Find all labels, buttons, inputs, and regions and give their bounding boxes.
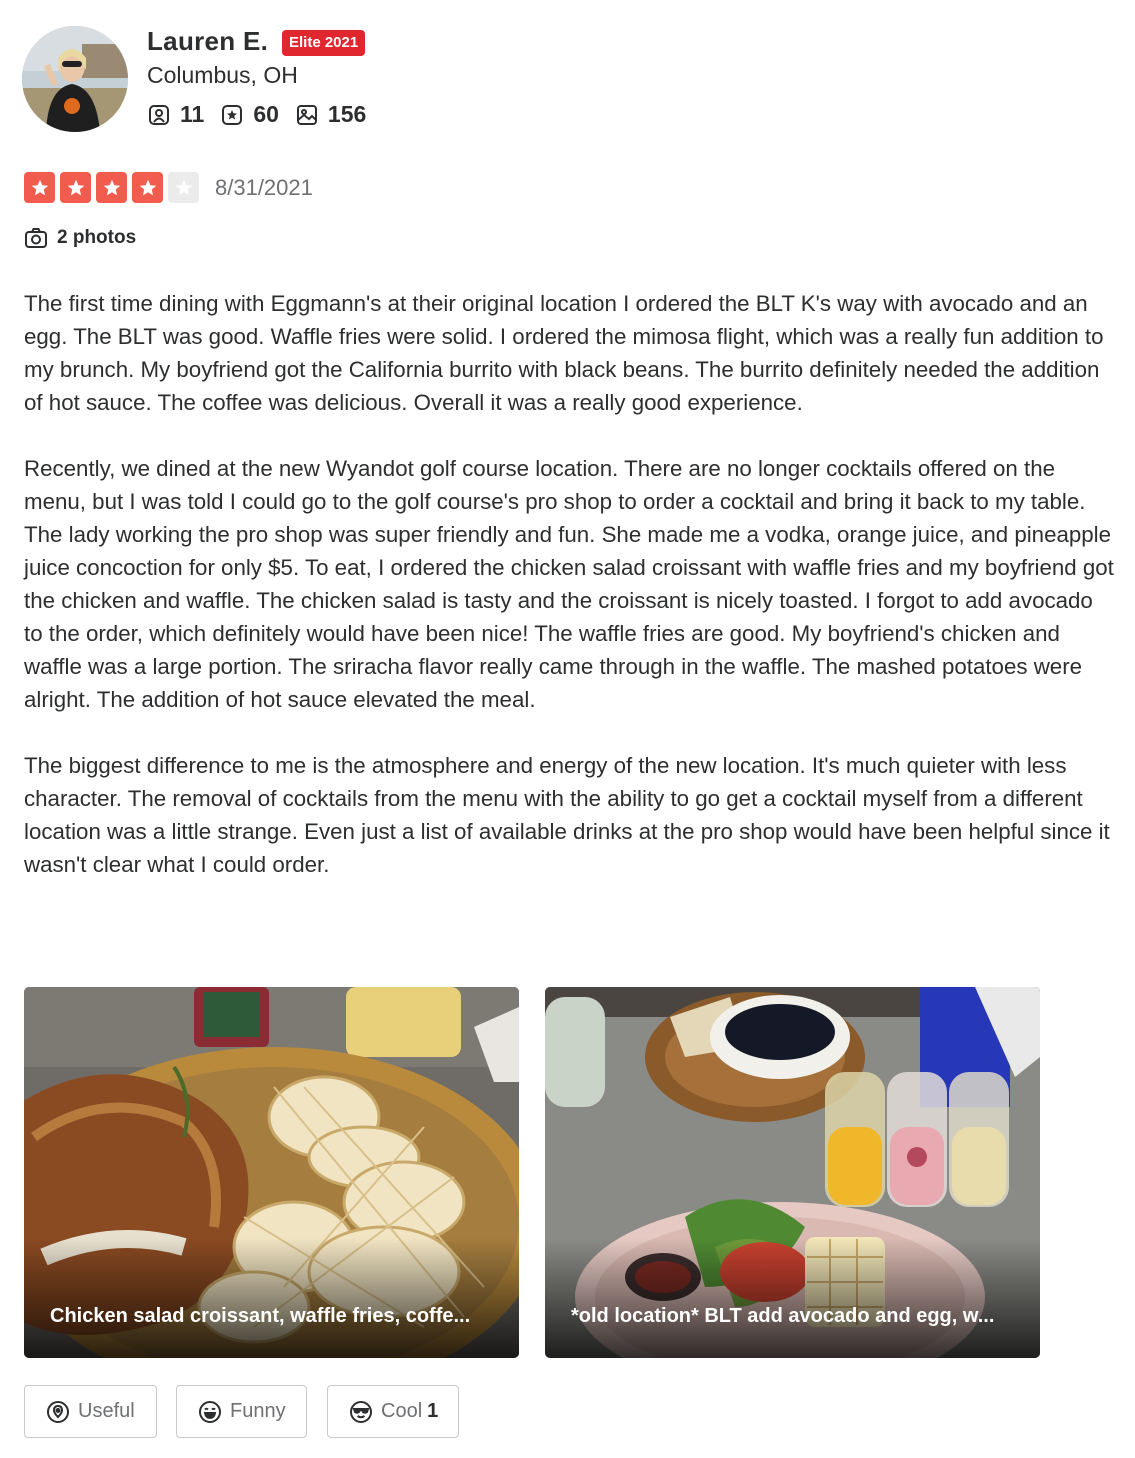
photos-stat: 156 bbox=[295, 101, 366, 128]
user-location: Columbus, OH bbox=[147, 62, 298, 88]
friends-icon bbox=[149, 104, 169, 125]
funny-icon bbox=[199, 1400, 221, 1423]
friends-count: 11 bbox=[180, 101, 205, 127]
camera-icon bbox=[25, 228, 47, 248]
photos-count: 156 bbox=[327, 101, 367, 127]
useful-icon bbox=[47, 1400, 69, 1423]
star-icon bbox=[139, 179, 156, 195]
review-photo[interactable]: *old location* BLT add avocado and egg, … bbox=[545, 987, 1040, 1358]
elite-badge[interactable]: Elite 2021 bbox=[282, 30, 366, 56]
funny-button[interactable]: Funny bbox=[176, 1385, 307, 1438]
user-name[interactable]: Lauren E. bbox=[147, 26, 268, 57]
photo-caption-shade bbox=[24, 1238, 519, 1358]
cool-button[interactable]: Cool 1 bbox=[327, 1385, 459, 1438]
avatar[interactable] bbox=[22, 26, 128, 132]
reviews-count: 60 bbox=[253, 101, 279, 127]
useful-button[interactable]: Useful bbox=[24, 1385, 157, 1438]
review-date: 8/31/2021 bbox=[215, 175, 313, 200]
star-icon bbox=[103, 179, 120, 195]
cool-icon bbox=[350, 1400, 372, 1423]
star-1 bbox=[24, 172, 55, 203]
review-photo[interactable]: Chicken salad croissant, waffle fries, c… bbox=[24, 987, 519, 1358]
review-paragraph: The biggest difference to me is the atmo… bbox=[24, 753, 1110, 877]
review-count-icon bbox=[222, 104, 243, 125]
review-paragraph: The first time dining with Eggmann's at … bbox=[24, 291, 1104, 415]
cool-label: Cool bbox=[381, 1400, 423, 1422]
user-stats: 11 60 156 bbox=[147, 101, 382, 128]
photos-link-label[interactable]: 2 photos bbox=[57, 227, 136, 249]
photo-caption[interactable]: Chicken salad croissant, waffle fries, c… bbox=[50, 1305, 499, 1328]
cool-count: 1 bbox=[427, 1400, 439, 1422]
photo-caption[interactable]: *old location* BLT add avocado and egg, … bbox=[571, 1305, 1020, 1328]
review-paragraph: Recently, we dined at the new Wyandot go… bbox=[24, 456, 1114, 712]
useful-label: Useful bbox=[78, 1400, 135, 1422]
funny-label: Funny bbox=[230, 1400, 286, 1422]
photos-link[interactable]: 2 photos bbox=[24, 226, 136, 250]
star-2 bbox=[60, 172, 91, 203]
star-icon bbox=[31, 179, 48, 195]
star-5 bbox=[168, 172, 199, 203]
review-text: The first time dining with Eggmann's at … bbox=[24, 287, 1114, 914]
photo-count-icon bbox=[296, 104, 317, 125]
star-icon bbox=[175, 179, 192, 195]
star-icon bbox=[67, 179, 84, 195]
reviews-stat: 60 bbox=[220, 101, 279, 128]
star-3 bbox=[96, 172, 127, 203]
friends-stat: 11 bbox=[147, 101, 204, 128]
photo-caption-shade bbox=[545, 1238, 1040, 1358]
star-4 bbox=[132, 172, 163, 203]
star-rating bbox=[24, 172, 204, 203]
